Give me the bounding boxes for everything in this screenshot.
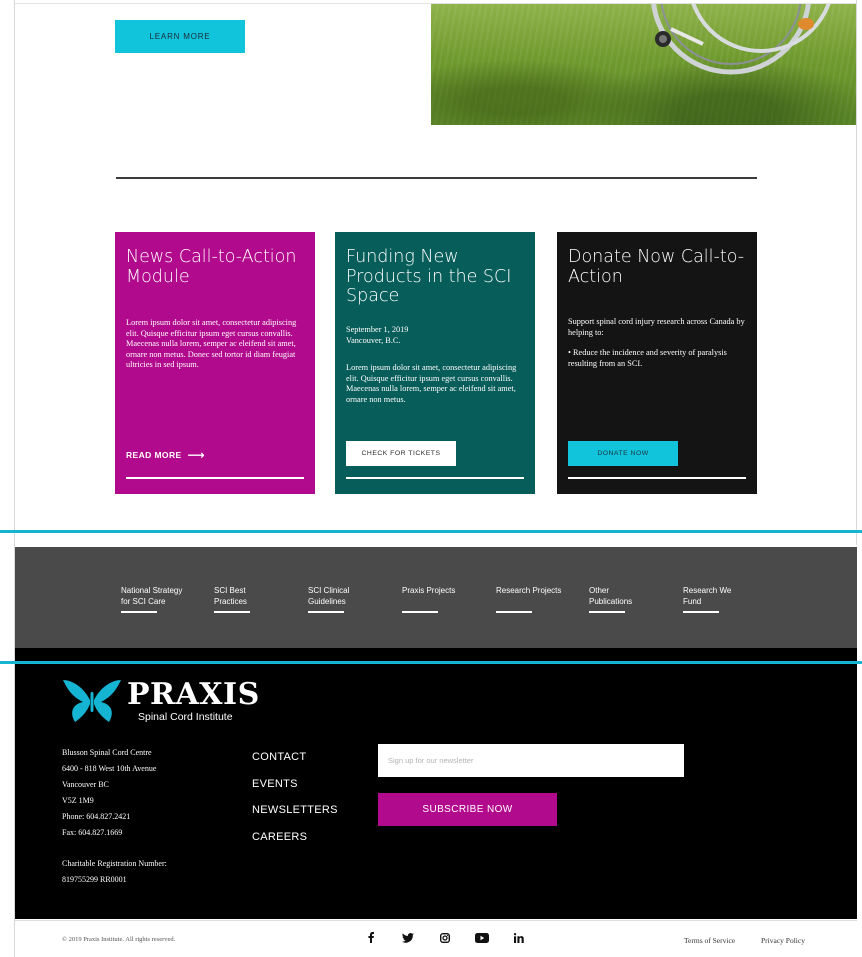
footer-link-events[interactable]: EVENTS bbox=[252, 771, 338, 798]
funding-card-date: September 1, 2019 bbox=[346, 325, 409, 334]
hero-image bbox=[431, 4, 856, 125]
footer-link-careers[interactable]: CAREERS bbox=[252, 824, 338, 851]
logo-wordmark: PRAXIS bbox=[127, 677, 260, 712]
nav-link-underline bbox=[683, 611, 719, 613]
nav-link-other-publications[interactable]: Other Publications bbox=[589, 586, 669, 613]
address-line: 6400 - 818 West 10th Avenue bbox=[62, 764, 157, 773]
nav-link-sci-clinical-guidelines[interactable]: SCI Clinical Guidelines bbox=[308, 586, 388, 613]
news-card-body: Lorem ipsum dolor sit amet, consectetur … bbox=[126, 318, 297, 369]
nav-link-label: Other Publications bbox=[589, 586, 633, 606]
facebook-icon[interactable] bbox=[352, 932, 389, 943]
check-for-tickets-button[interactable]: CHECK FOR TICKETS bbox=[346, 441, 456, 466]
nav-link-underline bbox=[308, 611, 344, 613]
nav-link-label: Praxis Projects bbox=[402, 586, 456, 595]
fax-number: Fax: 604.827.1669 bbox=[62, 828, 123, 837]
privacy-policy-link[interactable]: Privacy Policy bbox=[761, 936, 805, 945]
nav-link-label: SCI Clinical Guidelines bbox=[308, 586, 350, 606]
section-divider bbox=[116, 177, 757, 179]
nav-link-underline bbox=[589, 611, 625, 613]
accent-line-bottom bbox=[0, 661, 862, 664]
news-card-rule bbox=[126, 477, 304, 479]
phone-number: Phone: 604.827.2421 bbox=[62, 812, 131, 821]
social-links bbox=[352, 932, 537, 943]
nav-link-research-projects[interactable]: Research Projects bbox=[496, 586, 576, 613]
donate-now-button[interactable]: DONATE NOW bbox=[568, 441, 678, 466]
address-line: V5Z 1M9 bbox=[62, 796, 94, 805]
twitter-icon[interactable] bbox=[389, 932, 426, 943]
donate-card-intro: Support spinal cord injury research acro… bbox=[568, 317, 745, 337]
page-right-border bbox=[856, 0, 857, 545]
newsletter-email-input[interactable] bbox=[378, 744, 684, 777]
nav-link-label: SCI Best Practices bbox=[214, 586, 247, 606]
footer-link-newsletters[interactable]: NEWSLETTERS bbox=[252, 797, 338, 824]
nav-link-label: National Strategy for SCI Care bbox=[121, 586, 183, 606]
nav-link-underline bbox=[496, 611, 532, 613]
charity-label: Charitable Registration Number: bbox=[62, 859, 167, 868]
terms-of-service-link[interactable]: Terms of Service bbox=[684, 936, 735, 945]
donate-card-title: Donate Now Call-to-Action bbox=[568, 247, 745, 287]
footer-link-contact[interactable]: CONTACT bbox=[252, 744, 338, 771]
nav-link-underline bbox=[121, 611, 157, 613]
donate-cta-card: Donate Now Call-to-Action Support spinal… bbox=[557, 232, 757, 494]
address-block: Blusson Spinal Cord Centre 6400 - 818 We… bbox=[62, 745, 232, 888]
wheelchair-wheel-image bbox=[651, 4, 831, 75]
nav-link-national-strategy[interactable]: National Strategy for SCI Care bbox=[121, 586, 201, 613]
copyright-text: © 2019 Praxis Institute. All rights rese… bbox=[62, 936, 176, 943]
nav-link-praxis-projects[interactable]: Praxis Projects bbox=[402, 586, 482, 613]
address-line: Vancouver BC bbox=[62, 780, 109, 789]
instagram-icon[interactable] bbox=[426, 932, 463, 943]
subscribe-now-button[interactable]: SUBSCRIBE NOW bbox=[378, 793, 557, 826]
donate-card-rule bbox=[568, 477, 746, 479]
logo-subtitle: Spinal Cord Institute bbox=[138, 711, 233, 723]
nav-link-label: Research We Fund bbox=[683, 586, 732, 606]
funding-card-title: Funding New Products in the SCI Space bbox=[346, 247, 512, 306]
news-card-title: News Call-to-Action Module bbox=[126, 247, 297, 287]
nav-link-underline bbox=[402, 611, 438, 613]
nav-link-research-we-fund[interactable]: Research We Fund bbox=[683, 586, 763, 613]
arrow-right-icon: ⟶ bbox=[187, 448, 206, 462]
praxis-logo[interactable] bbox=[61, 678, 123, 724]
accent-line-top bbox=[0, 530, 862, 533]
site-footer: PRAXIS Spinal Cord Institute Blusson Spi… bbox=[15, 648, 857, 919]
linkedin-icon[interactable] bbox=[500, 932, 537, 943]
funding-card-body: Lorem ipsum dolor sit amet, consectetur … bbox=[346, 363, 517, 404]
nav-link-label: Research Projects bbox=[496, 586, 562, 595]
nav-link-underline bbox=[214, 611, 250, 613]
funding-card-rule bbox=[346, 477, 524, 479]
donate-card-bullet: • Reduce the incidence and severity of p… bbox=[568, 348, 727, 368]
youtube-icon[interactable] bbox=[463, 932, 500, 943]
charity-number: 819755299 RR0001 bbox=[62, 875, 127, 884]
nav-link-sci-best-practices[interactable]: SCI Best Practices bbox=[214, 586, 294, 613]
read-more-label: READ MORE bbox=[126, 450, 182, 460]
address-line: Blusson Spinal Cord Centre bbox=[62, 748, 152, 757]
funding-cta-card: Funding New Products in the SCI Space Se… bbox=[335, 232, 535, 494]
funding-card-location: Vancouver, B.C. bbox=[346, 336, 401, 345]
news-cta-card: News Call-to-Action Module Lorem ipsum d… bbox=[115, 232, 315, 494]
footer-links: CONTACT EVENTS NEWSLETTERS CAREERS bbox=[252, 744, 338, 850]
butterfly-icon bbox=[63, 680, 121, 722]
bottom-bar-border bbox=[15, 920, 857, 921]
address-gap bbox=[62, 841, 232, 856]
footer-nav-band: National Strategy for SCI Care SCI Best … bbox=[15, 547, 857, 648]
read-more-link[interactable]: READ MORE ⟶ bbox=[126, 448, 206, 462]
learn-more-button[interactable]: LEARN MORE bbox=[115, 20, 245, 53]
